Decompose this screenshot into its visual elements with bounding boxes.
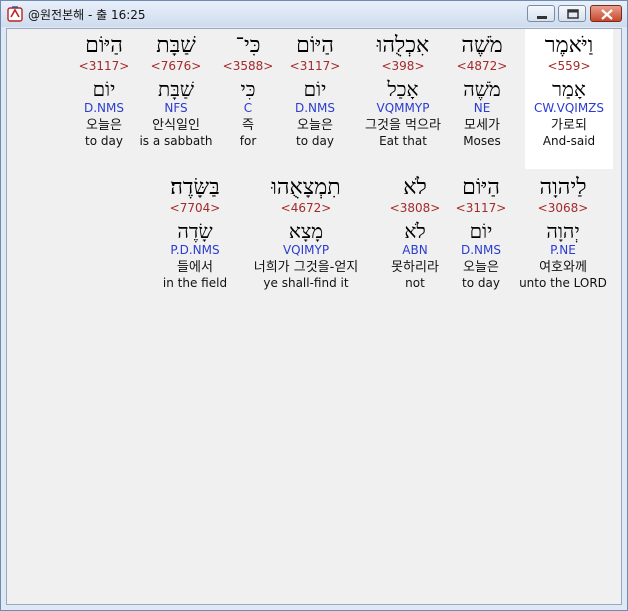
korean-gloss: 여호와께 — [539, 260, 587, 275]
parse-code: NE — [473, 101, 491, 115]
app-window: @원전본해 - 출 16:25 וַיֹּאמֶר <559> אָמַר CW… — [0, 0, 628, 611]
strong-number[interactable]: <3117> — [63, 59, 145, 73]
hebrew-word: הַיּוֹם — [85, 33, 123, 58]
parse-code: C — [243, 101, 253, 115]
hebrew-lemma: שַׁבָּת — [158, 77, 194, 101]
strong-number[interactable]: <3588> — [217, 59, 279, 73]
hebrew-lemma: יוֹם — [303, 77, 327, 101]
word-cell[interactable]: תִמְצָאֻהוּ <4672> מָצָא VQIMYP 너희가 그것을-… — [237, 171, 375, 291]
strong-number[interactable]: <559> — [525, 59, 613, 73]
word-cell[interactable]: הַיּוֹם <3117> יוֹם D.NMS 오늘은 to day — [63, 29, 145, 149]
korean-gloss: 오늘은 — [463, 260, 499, 275]
hebrew-lemma: שָׂדֶה — [177, 219, 213, 243]
word-cell[interactable]: כִּי־ <3588> כִּי C 즉 for — [217, 29, 279, 149]
close-icon — [601, 9, 613, 20]
parse-code: NFS — [164, 101, 188, 115]
english-gloss: for — [239, 134, 257, 148]
strong-number[interactable]: <7676> — [132, 59, 220, 73]
english-gloss: in the field — [162, 276, 228, 290]
hebrew-lemma: לֹא — [404, 219, 426, 243]
word-cell[interactable]: לַיהוָה <3068> יְהוָה P.NE 여호와께 unto the… — [515, 171, 611, 291]
korean-gloss: 못하리라 — [391, 260, 439, 275]
parse-code: D.NMS — [460, 243, 501, 257]
hebrew-lemma: יוֹם — [92, 77, 116, 101]
english-gloss: to day — [85, 134, 123, 148]
hebrew-word: הַיּוֹם — [462, 175, 500, 200]
hebrew-word: מֹשֶׁה — [461, 33, 503, 58]
word-cell[interactable]: מֹשֶׁה <4872> מֹשֶׁה NE 모세가 Moses — [442, 29, 522, 149]
maximize-icon — [567, 9, 579, 19]
parse-code: D.NMS — [294, 101, 335, 115]
interlinear-pane[interactable]: וַיֹּאמֶר <559> אָמַר CW.VQIMZS 가로되 And-… — [6, 28, 622, 605]
korean-gloss: 오늘은 — [86, 118, 122, 133]
word-cell[interactable]: בַּשָּׂדֶה׃ <7704> שָׂדֶה P.D.NMS 들에서 in… — [155, 171, 235, 291]
close-button[interactable] — [590, 5, 622, 22]
english-gloss: not — [405, 276, 425, 290]
korean-gloss: 오늘은 — [297, 118, 333, 133]
parse-code: D.NMS — [83, 101, 124, 115]
hebrew-word: הַיּוֹם — [296, 33, 334, 58]
minimize-button[interactable] — [527, 5, 555, 22]
hebrew-word: תִמְצָאֻהוּ — [271, 175, 341, 200]
word-cell[interactable]: אִכְלֻהוּ <398> אָכַל VQMMYP 그것을 먹으라 Eat… — [353, 29, 453, 149]
parse-code: CW.VQIMZS — [533, 101, 605, 115]
hebrew-lemma: יוֹם — [469, 219, 493, 243]
strong-number[interactable]: <398> — [353, 59, 453, 73]
korean-gloss: 모세가 — [464, 118, 500, 133]
strong-number[interactable]: <3117> — [445, 201, 517, 215]
korean-gloss: 안식일인 — [152, 118, 200, 133]
strong-number[interactable]: <3068> — [515, 201, 611, 215]
parse-code: P.NE — [550, 243, 576, 257]
hebrew-word: שַׁבָּת — [156, 33, 196, 58]
hebrew-word: וַיֹּאמֶר — [544, 33, 594, 58]
hebrew-lemma: יְהוָה — [546, 219, 580, 243]
word-cell[interactable]: הַיּוֹם <3117> יוֹם D.NMS 오늘은 to day — [445, 171, 517, 291]
parse-code: VQIMYP — [282, 243, 330, 257]
window-title: @원전본해 - 출 16:25 — [28, 8, 146, 22]
hebrew-word: אִכְלֻהוּ — [376, 33, 430, 58]
hebrew-lemma: אָכַל — [387, 77, 419, 101]
korean-gloss: 즉 — [242, 118, 254, 133]
maximize-button[interactable] — [558, 5, 586, 22]
strong-number[interactable]: <3808> — [379, 201, 451, 215]
korean-gloss: 가로되 — [551, 118, 587, 133]
strong-number[interactable]: <3117> — [275, 59, 355, 73]
hebrew-lemma: מָצָא — [288, 219, 324, 243]
hebrew-lemma: אָמַר — [552, 77, 586, 101]
english-gloss: Moses — [463, 134, 501, 148]
word-cell[interactable]: שַׁבָּת <7676> שַׁבָּת NFS 안식일인 is a sab… — [132, 29, 220, 149]
word-cell[interactable]: לֹא <3808> לֹא ABN 못하리라 not — [379, 171, 451, 291]
hebrew-word: לַיהוָה — [539, 175, 587, 200]
word-cell[interactable]: הַיּוֹם <3117> יוֹם D.NMS 오늘은 to day — [275, 29, 355, 149]
english-gloss: is a sabbath — [139, 134, 213, 148]
hebrew-word: לֹא — [403, 175, 427, 200]
word-cell[interactable]: וַיֹּאמֶר <559> אָמַר CW.VQIMZS 가로되 And-… — [525, 29, 613, 169]
korean-gloss: 들에서 — [177, 260, 213, 275]
strong-number[interactable]: <4672> — [237, 201, 375, 215]
english-gloss: And-said — [542, 134, 596, 148]
bible-app-icon — [7, 6, 23, 22]
korean-gloss: 너희가 그것을-얻지 — [253, 260, 359, 275]
hebrew-lemma: מֹשֶׁה — [463, 77, 501, 101]
english-gloss: Eat that — [379, 134, 427, 148]
english-gloss: ye shall-find it — [263, 276, 349, 290]
english-gloss: unto the LORD — [519, 276, 607, 290]
parse-code: ABN — [402, 243, 428, 257]
english-gloss: to day — [296, 134, 334, 148]
strong-number[interactable]: <7704> — [155, 201, 235, 215]
minimize-icon — [537, 16, 547, 19]
korean-gloss: 그것을 먹으라 — [365, 118, 441, 133]
hebrew-lemma: כִּי — [240, 77, 256, 101]
parse-code: P.D.NMS — [170, 243, 220, 257]
hebrew-word: כִּי־ — [235, 33, 261, 58]
strong-number[interactable]: <4872> — [442, 59, 522, 73]
hebrew-word: בַּשָּׂדֶה׃ — [170, 175, 220, 200]
title-bar[interactable]: @원전본해 - 출 16:25 — [1, 1, 627, 27]
english-gloss: to day — [462, 276, 500, 290]
parse-code: VQMMYP — [376, 101, 430, 115]
